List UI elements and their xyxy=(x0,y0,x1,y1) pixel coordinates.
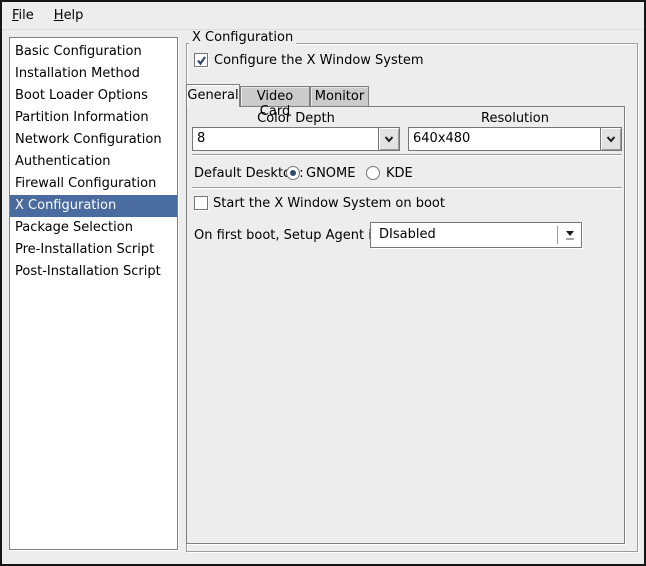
menu-file[interactable]: File xyxy=(2,2,44,29)
sidebar-item-authentication[interactable]: Authentication xyxy=(10,151,177,173)
color-depth-combobox: 8 xyxy=(192,127,400,151)
menu-file-rest: ile xyxy=(19,8,34,23)
start-x-on-boot-checkbox[interactable] xyxy=(194,196,208,210)
separator xyxy=(192,187,622,189)
setup-agent-dropdown[interactable]: DIsabled xyxy=(370,222,582,248)
setup-agent-value: DIsabled xyxy=(371,223,557,247)
color-depth-label: Color Depth xyxy=(192,111,400,126)
color-depth-dropdown-button[interactable] xyxy=(378,127,400,151)
sidebar-item-firewall-configuration[interactable]: Firewall Configuration xyxy=(10,173,177,195)
resolution-combobox: 640x480 xyxy=(408,127,622,151)
sidebar-item-package-selection[interactable]: Package Selection xyxy=(10,217,177,239)
tab-general-label: General xyxy=(187,85,239,103)
sidebar-item-basic-configuration[interactable]: Basic Configuration xyxy=(10,41,177,63)
frame-title: X Configuration xyxy=(189,30,296,46)
chevron-down-icon xyxy=(606,132,616,147)
kickstart-configurator-window: File Help Basic Configuration Installati… xyxy=(0,0,646,566)
resolution-dropdown-button[interactable] xyxy=(600,127,622,151)
option-menu-arrow-icon xyxy=(564,231,576,240)
chevron-down-icon xyxy=(384,132,394,147)
sidebar-item-x-configuration[interactable]: X Configuration xyxy=(10,195,177,217)
sidebar-item-network-configuration[interactable]: Network Configuration xyxy=(10,129,177,151)
color-depth-value[interactable]: 8 xyxy=(192,127,378,151)
tab-monitor-label: Monitor xyxy=(311,87,368,104)
sidebar-item-boot-loader-options[interactable]: Boot Loader Options xyxy=(10,85,177,107)
sidebar-item-post-installation-script[interactable]: Post-Installation Script xyxy=(10,261,177,283)
resolution-value[interactable]: 640x480 xyxy=(408,127,600,151)
resolution-label: Resolution xyxy=(408,111,622,126)
tab-monitor[interactable]: Monitor xyxy=(310,86,369,106)
sidebar-item-pre-installation-script[interactable]: Pre-Installation Script xyxy=(10,239,177,261)
radio-selected-dot xyxy=(290,170,296,176)
configure-x-checkbox-label: Configure the X Window System xyxy=(214,53,424,69)
configure-x-checkbox[interactable] xyxy=(194,53,208,67)
menu-bar: File Help xyxy=(2,2,644,30)
separator xyxy=(192,154,622,156)
menu-help-rest: elp xyxy=(64,8,84,23)
radio-kde-label: KDE xyxy=(386,166,413,182)
radio-kde[interactable] xyxy=(366,166,380,180)
tab-video-card[interactable]: Video Card xyxy=(240,86,310,106)
sidebar-item-partition-information[interactable]: Partition Information xyxy=(10,107,177,129)
start-x-on-boot-label: Start the X Window System on boot xyxy=(213,196,445,212)
category-list: Basic Configuration Installation Method … xyxy=(9,37,178,550)
menu-help-mnemonic: H xyxy=(54,8,64,23)
radio-gnome-label: GNOME xyxy=(306,166,355,182)
radio-gnome[interactable] xyxy=(286,166,300,180)
dropdown-divider xyxy=(557,226,559,244)
sidebar-item-installation-method[interactable]: Installation Method xyxy=(10,63,177,85)
menu-help[interactable]: Help xyxy=(44,2,94,29)
tab-general[interactable]: General xyxy=(186,84,240,107)
setup-agent-label: On first boot, Setup Agent is: xyxy=(194,228,383,244)
